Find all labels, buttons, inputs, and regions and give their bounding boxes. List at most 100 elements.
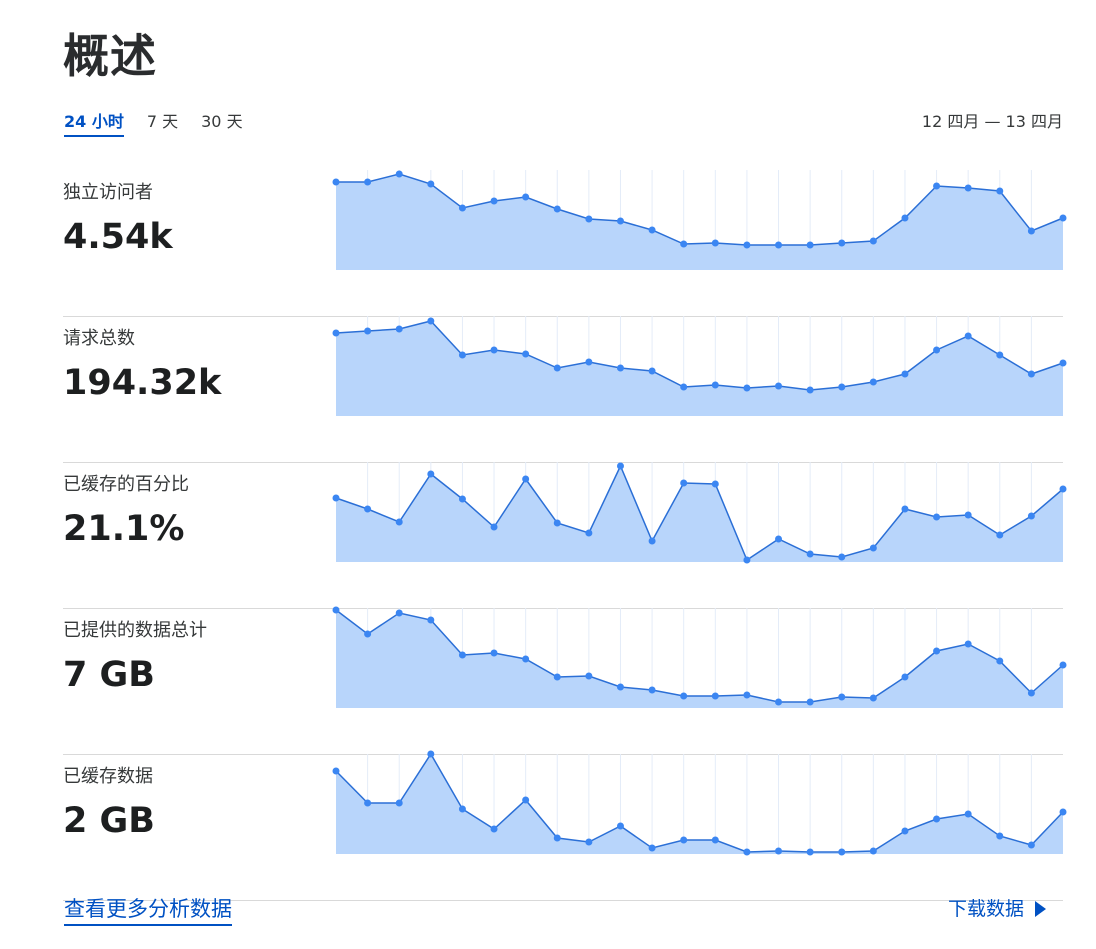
area-fill [336, 174, 1063, 270]
data-point-11 [680, 692, 688, 700]
sparkline-chart-unique-visitors [332, 170, 1067, 270]
data-point-9 [616, 217, 624, 225]
data-point-12 [711, 480, 719, 488]
data-point-2 [395, 170, 403, 178]
data-point-11 [680, 240, 688, 248]
data-point-18 [901, 214, 909, 222]
data-point-8 [585, 838, 593, 846]
data-point-3 [427, 750, 435, 758]
data-point-17 [869, 847, 877, 855]
download-data-button[interactable]: 下载数据 [948, 895, 1046, 923]
data-point-16 [838, 383, 846, 391]
metric-value: 2 GB [63, 801, 155, 841]
metric-label: 独立访问者 [63, 182, 153, 203]
data-point-22 [1027, 689, 1035, 697]
data-point-18 [901, 673, 909, 681]
data-point-12 [711, 692, 719, 700]
sparkline-chart-total-requests [332, 316, 1067, 416]
data-point-6 [522, 193, 530, 201]
data-point-4 [458, 204, 466, 212]
tab-30-days[interactable]: 30 天 [201, 110, 242, 137]
data-point-6 [522, 475, 530, 483]
area-fill [336, 466, 1063, 562]
data-point-1 [364, 799, 372, 807]
metric-value: 21.1% [63, 509, 185, 549]
data-point-10 [648, 844, 656, 852]
data-point-17 [869, 694, 877, 702]
data-point-15 [806, 848, 814, 856]
metric-row-total-requests: 请求总数 194.32k [63, 316, 1067, 463]
data-point-23 [1059, 485, 1067, 493]
data-point-19 [933, 513, 941, 521]
data-point-9 [616, 683, 624, 691]
metric-row-data-served: 已提供的数据总计 7 GB [63, 606, 1067, 755]
data-point-2 [395, 609, 403, 617]
data-point-5 [490, 825, 498, 833]
data-point-3 [427, 470, 435, 478]
data-point-18 [901, 827, 909, 835]
data-point-5 [490, 346, 498, 354]
data-point-8 [585, 529, 593, 537]
data-point-3 [427, 616, 435, 624]
metric-label: 已缓存的百分比 [63, 474, 189, 495]
metric-value: 4.54k [63, 217, 173, 257]
data-point-23 [1059, 214, 1067, 222]
data-point-18 [901, 505, 909, 513]
data-point-11 [680, 479, 688, 487]
data-point-8 [585, 358, 593, 366]
data-point-14 [775, 382, 783, 390]
data-point-8 [585, 215, 593, 223]
data-point-10 [648, 537, 656, 545]
data-point-20 [964, 184, 972, 192]
data-point-4 [458, 495, 466, 503]
data-point-12 [711, 239, 719, 247]
data-point-7 [553, 673, 561, 681]
view-more-analytics-link[interactable]: 查看更多分析数据 [64, 894, 232, 926]
data-point-12 [711, 381, 719, 389]
data-point-21 [996, 832, 1004, 840]
data-point-19 [933, 346, 941, 354]
data-point-2 [395, 799, 403, 807]
data-point-20 [964, 332, 972, 340]
tab-24-hours[interactable]: 24 小时 [64, 110, 124, 137]
data-point-14 [775, 847, 783, 855]
data-point-1 [364, 505, 372, 513]
data-point-20 [964, 810, 972, 818]
sparkline-chart-data-served [332, 606, 1067, 708]
data-point-14 [775, 535, 783, 543]
time-range-tabs: 24 小时 7 天 30 天 [64, 110, 266, 137]
data-point-0 [332, 767, 340, 775]
data-point-15 [806, 550, 814, 558]
data-point-23 [1059, 359, 1067, 367]
data-point-6 [522, 350, 530, 358]
data-point-6 [522, 655, 530, 663]
data-point-5 [490, 523, 498, 531]
metric-label: 已提供的数据总计 [63, 620, 207, 641]
data-point-6 [522, 796, 530, 804]
data-point-17 [869, 544, 877, 552]
data-point-21 [996, 351, 1004, 359]
data-point-15 [806, 386, 814, 394]
page-title: 概述 [63, 29, 157, 83]
sparkline-chart-data-cached [332, 750, 1067, 856]
data-point-3 [427, 180, 435, 188]
tab-7-days[interactable]: 7 天 [147, 110, 178, 137]
data-point-10 [648, 226, 656, 234]
data-point-19 [933, 182, 941, 190]
data-point-23 [1059, 661, 1067, 669]
data-point-14 [775, 241, 783, 249]
data-point-11 [680, 383, 688, 391]
data-point-0 [332, 606, 340, 614]
data-point-22 [1027, 227, 1035, 235]
data-point-19 [933, 815, 941, 823]
data-point-9 [616, 822, 624, 830]
data-point-10 [648, 686, 656, 694]
data-point-22 [1027, 370, 1035, 378]
data-point-11 [680, 836, 688, 844]
data-point-9 [616, 364, 624, 372]
data-point-16 [838, 553, 846, 561]
data-point-0 [332, 329, 340, 337]
data-point-16 [838, 848, 846, 856]
data-point-15 [806, 241, 814, 249]
data-point-23 [1059, 808, 1067, 816]
